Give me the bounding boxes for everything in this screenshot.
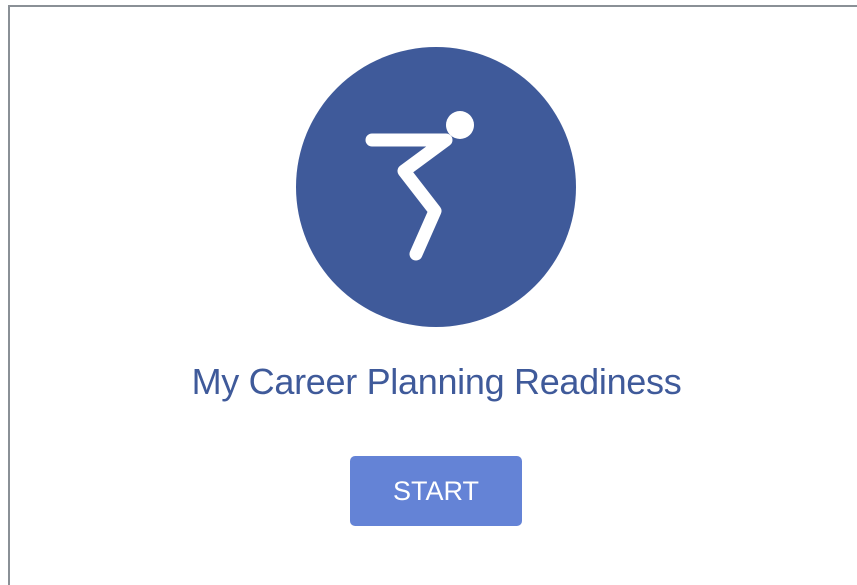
activity-title: My Career Planning Readiness (191, 361, 682, 402)
person-squat-icon (365, 111, 474, 261)
activity-icon-circle (296, 47, 576, 327)
start-button[interactable]: START (350, 456, 522, 526)
